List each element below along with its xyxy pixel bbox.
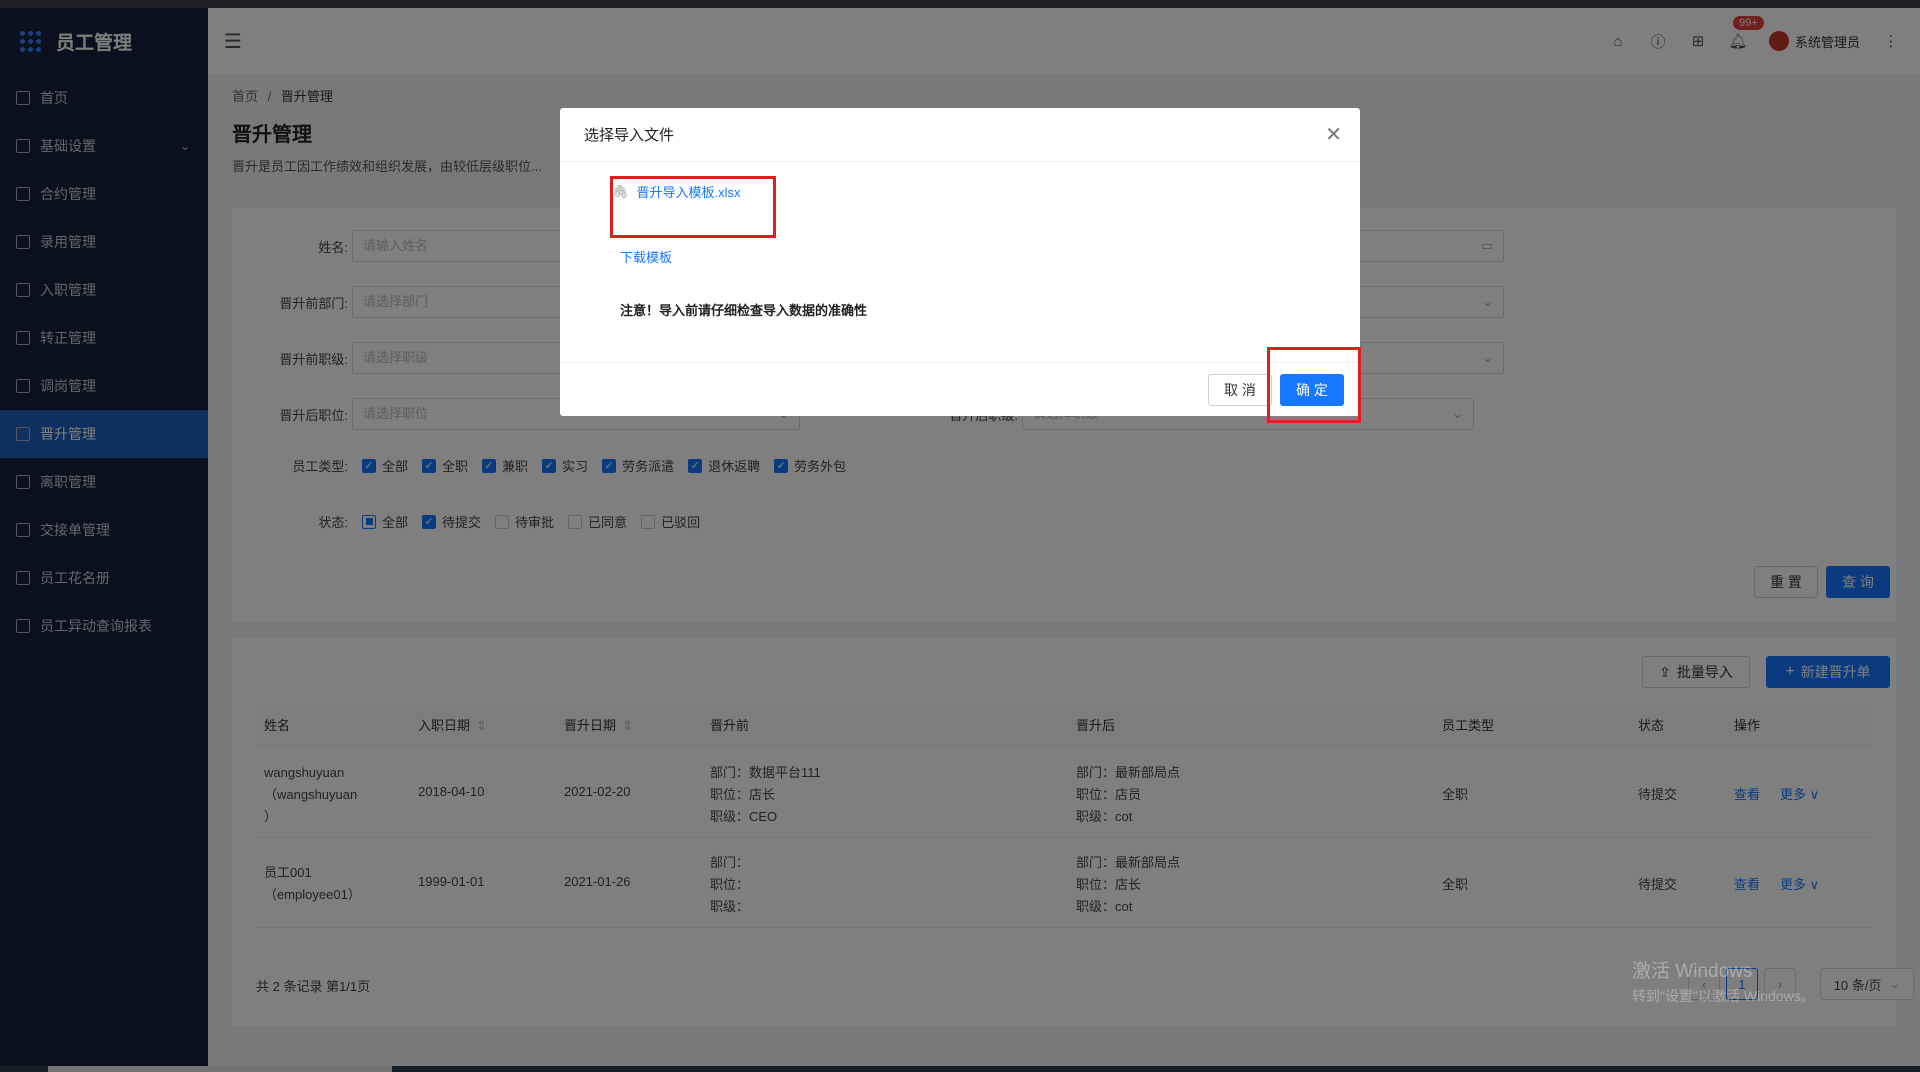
dialog-title: 选择导入文件 — [584, 127, 675, 144]
watermark-line: 激活 Windows — [1632, 961, 1753, 982]
highlight-box-file — [610, 176, 776, 238]
highlight-box-confirm — [1267, 347, 1361, 423]
windows-activation-watermark: 激活 Windows 转到"设置"以激活 Windows。 — [1632, 960, 1815, 1008]
import-note: 注意！导入前请仔细检查导入数据的准确性 — [620, 303, 868, 318]
dialog-header: 选择导入文件 ✕ — [560, 108, 1360, 162]
cancel-button[interactable]: 取 消 — [1208, 374, 1272, 406]
download-template-link[interactable]: 下载模板 — [620, 247, 672, 266]
close-icon[interactable]: ✕ — [1325, 122, 1342, 147]
dialog-footer: 取 消 确 定 — [560, 362, 1360, 416]
import-file-dialog: 选择导入文件 ✕ 🖇︎ 晋升导入模板.xlsx 下载模板 注意！导入前请仔细检查… — [560, 108, 1360, 416]
watermark-line: 转到"设置"以激活 Windows。 — [1632, 988, 1815, 1004]
